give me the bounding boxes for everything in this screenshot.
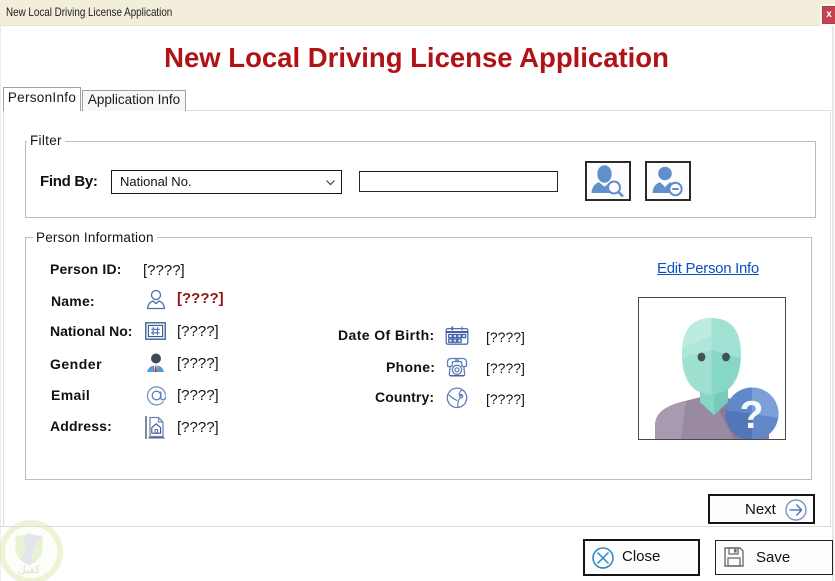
svg-text:كفيل: كفيل	[18, 564, 41, 576]
svg-text:?: ?	[740, 394, 764, 437]
